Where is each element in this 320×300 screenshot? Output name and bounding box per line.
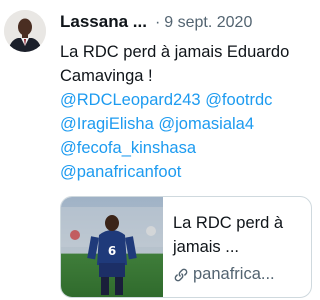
mention-link[interactable]: @RDCLeopard243 — [60, 91, 201, 109]
tweet-date[interactable]: 9 sept. 2020 — [164, 14, 252, 31]
mention-line: @RDCLeopard243 @footrdc — [60, 88, 310, 112]
tweet-header: Lassana ... · 9 sept. 2020 — [60, 12, 300, 38]
tweet[interactable]: Lassana ... · 9 sept. 2020 La RDC perd à j… — [0, 0, 312, 300]
card-body[interactable]: La RDC perd à jamais ... panafrica... — [173, 211, 311, 284]
card-title-line: jamais ... — [173, 238, 240, 256]
mention-link[interactable]: @fecofa_kinshasa — [60, 139, 196, 157]
author-name[interactable]: Lassana ... — [60, 12, 147, 31]
card-title-line: La RDC perd à — [173, 214, 284, 232]
mention-line: @fecofa_kinshasa — [60, 136, 310, 160]
mention-link[interactable]: @IragiElisha — [60, 115, 154, 133]
mention-link[interactable]: @panafricanfoot — [60, 163, 181, 181]
mention-link[interactable]: @footrdc — [205, 91, 272, 109]
card-thumbnail[interactable]: 6 — [61, 197, 163, 297]
author-avatar[interactable] — [4, 10, 46, 52]
card-title: La RDC perd à jamais ... — [173, 211, 311, 259]
tweet-text: La RDC perd à jamais Eduardo Camavinga !… — [60, 40, 310, 184]
jersey-number: 6 — [108, 244, 116, 258]
link-preview-card[interactable]: 6 La RDC perd à jamais ... panafrica... — [60, 196, 312, 298]
football-player-image-icon: 6 — [61, 197, 163, 297]
card-domain-text: panafrica... — [193, 265, 275, 283]
avatar-photo-icon — [4, 10, 46, 52]
header-separator: · — [154, 14, 161, 31]
mention-line: @IragiElisha @jomasiala4 — [60, 112, 310, 136]
link-icon — [174, 268, 188, 281]
card-domain[interactable]: panafrica... — [173, 265, 311, 284]
tweet-text-line: Camavinga ! — [60, 67, 153, 85]
mention-line: @panafricanfoot — [60, 160, 310, 184]
tweet-text-line: La RDC perd à jamais Eduardo — [60, 43, 290, 61]
mention-link[interactable]: @jomasiala4 — [158, 115, 254, 133]
